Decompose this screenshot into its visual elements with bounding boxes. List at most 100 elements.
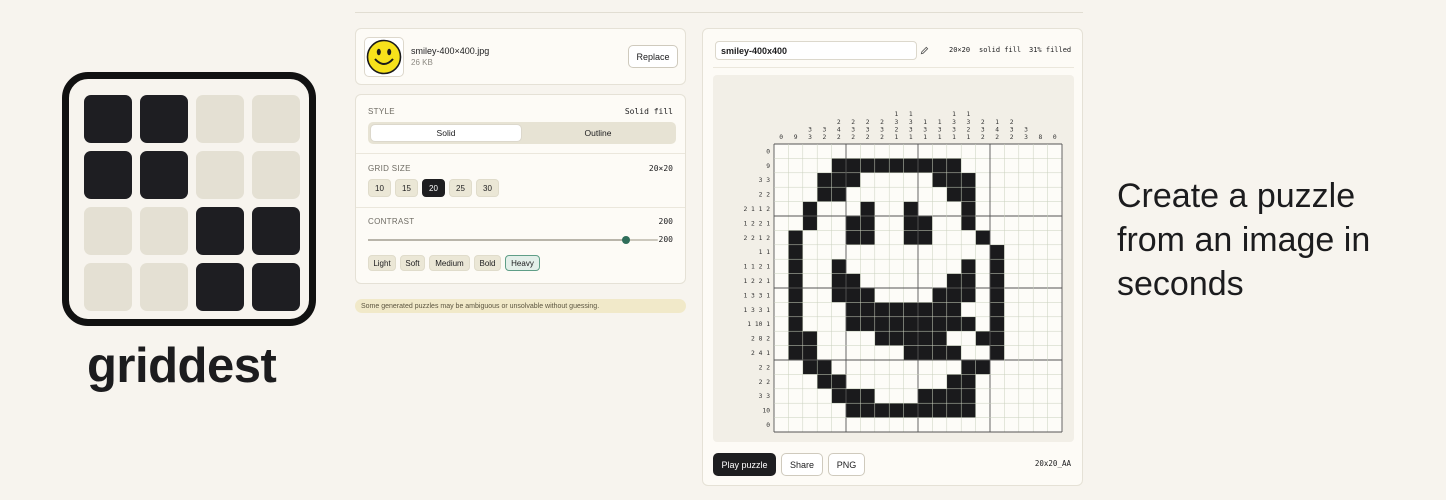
row-clue: 2 4 1 — [751, 350, 770, 357]
column-clue: 2 — [880, 134, 884, 141]
filled-cell — [961, 273, 976, 288]
filled-cell — [874, 331, 890, 346]
filled-cell — [903, 230, 918, 245]
column-clue: 3 — [923, 126, 927, 133]
column-clue: 2 — [866, 119, 870, 126]
filled-cell — [932, 158, 947, 173]
style-option-solid[interactable]: Solid — [371, 125, 521, 141]
column-clue: 1 — [923, 119, 927, 126]
row-clue: 2 1 1 2 — [743, 206, 770, 213]
row-clue: 9 — [766, 163, 770, 170]
row-clue: 3 3 — [759, 393, 771, 400]
filled-cell — [860, 216, 875, 231]
filled-cell — [860, 158, 875, 173]
filled-cell — [932, 172, 947, 188]
logo-cell — [84, 207, 132, 255]
settings-card: STYLE Solid fill Solid Outline GRID SIZE… — [355, 94, 686, 284]
grid-size-option-30[interactable]: 30 — [476, 179, 499, 197]
filled-cell — [903, 201, 918, 216]
filled-cell — [918, 302, 933, 317]
filled-cell — [874, 158, 890, 173]
top-divider — [355, 12, 1083, 13]
ambiguity-notice: Some generated puzzles may be ambiguous … — [355, 299, 686, 313]
share-button[interactable]: Share — [781, 453, 823, 476]
contrast-preset-soft[interactable]: Soft — [400, 255, 425, 271]
column-clue: 2 — [967, 126, 971, 133]
filled-cell — [932, 316, 947, 332]
filled-cell — [831, 374, 846, 389]
filled-cell — [932, 403, 947, 418]
contrast-slider-handle[interactable] — [622, 236, 631, 244]
row-clue: 3 3 — [759, 177, 771, 184]
contrast-slider-readout: 200 — [658, 235, 673, 244]
filled-cell — [918, 345, 933, 360]
contrast-preset-light[interactable]: Light — [368, 255, 396, 271]
contrast-slider[interactable] — [368, 236, 658, 244]
griddest-logo — [62, 72, 316, 326]
column-clue: 1 — [995, 119, 999, 126]
grid-size-option-20[interactable]: 20 — [422, 179, 445, 197]
grid-size-option-15[interactable]: 15 — [395, 179, 418, 197]
column-clue: 3 — [938, 126, 942, 133]
row-clue: 1 2 2 1 — [743, 278, 770, 285]
grid-size-option-25[interactable]: 25 — [449, 179, 472, 197]
row-clue: 1 3 3 1 — [743, 307, 770, 314]
brand-wordmark: griddest — [87, 339, 277, 393]
filled-cell — [932, 288, 947, 303]
column-clue: 3 — [967, 119, 971, 126]
filled-cell — [990, 331, 1005, 346]
column-clue: 8 — [1039, 134, 1043, 141]
filled-cell — [946, 158, 962, 173]
filled-cell — [846, 288, 861, 303]
column-clue: 2 — [837, 119, 841, 126]
logo-cell — [140, 263, 188, 311]
puzzle-title-input[interactable]: smiley-400x400 — [715, 41, 917, 60]
filled-cell — [802, 201, 818, 216]
filled-cell — [918, 216, 933, 231]
filled-cell — [846, 230, 861, 245]
filled-cell — [817, 374, 832, 389]
column-clue: 1 — [923, 134, 927, 141]
filled-cell — [961, 201, 976, 216]
filled-cell — [946, 187, 962, 202]
fill-style-tag: solid fill — [979, 46, 1022, 54]
filled-cell — [831, 172, 846, 188]
contrast-slider-fill — [368, 239, 627, 241]
filled-cell — [918, 331, 933, 346]
column-clue: 0 — [1053, 134, 1057, 141]
column-clue: 3 — [851, 126, 855, 133]
filled-cell — [860, 388, 875, 404]
logo-cell — [196, 95, 244, 143]
filled-cell — [788, 273, 803, 288]
nonogram-puzzle: 0 933322422322322321321133113113113311321… — [743, 111, 1063, 433]
column-clue: 1 — [967, 111, 971, 118]
filled-cell — [802, 216, 818, 231]
replace-button[interactable]: Replace — [628, 45, 678, 68]
pencil-edit-icon[interactable] — [920, 46, 929, 55]
filled-cell — [831, 158, 846, 173]
column-clue: 1 — [909, 111, 913, 118]
filled-cell — [831, 259, 846, 274]
play-puzzle-button[interactable]: Play puzzle — [713, 453, 776, 476]
filled-cell — [846, 172, 861, 188]
column-clue: 1 — [952, 134, 956, 141]
file-card: smiley-400×400.jpg 26 KB Replace — [355, 28, 686, 85]
contrast-preset-bold[interactable]: Bold — [474, 255, 501, 271]
puzzle-card: smiley-400x400 20×20 solid fill 31% fill… — [702, 28, 1083, 486]
filled-cell — [975, 360, 990, 375]
contrast-preset-heavy[interactable]: Heavy — [505, 255, 540, 271]
contrast-preset-medium[interactable]: Medium — [429, 255, 470, 271]
style-option-outline[interactable]: Outline — [523, 125, 673, 141]
logo-cell — [196, 151, 244, 199]
filled-cell — [788, 230, 803, 245]
png-export-button[interactable]: PNG — [828, 453, 865, 476]
filled-cell — [946, 273, 962, 288]
column-clue: 3 — [981, 126, 985, 133]
filled-cell — [817, 360, 832, 375]
grid-size-tag: 20×20 — [949, 46, 971, 54]
row-clue: 0 — [766, 148, 770, 155]
filled-cell — [918, 388, 933, 404]
filled-cell — [918, 403, 933, 418]
grid-size-option-10[interactable]: 10 — [368, 179, 391, 197]
logo-cell — [196, 207, 244, 255]
